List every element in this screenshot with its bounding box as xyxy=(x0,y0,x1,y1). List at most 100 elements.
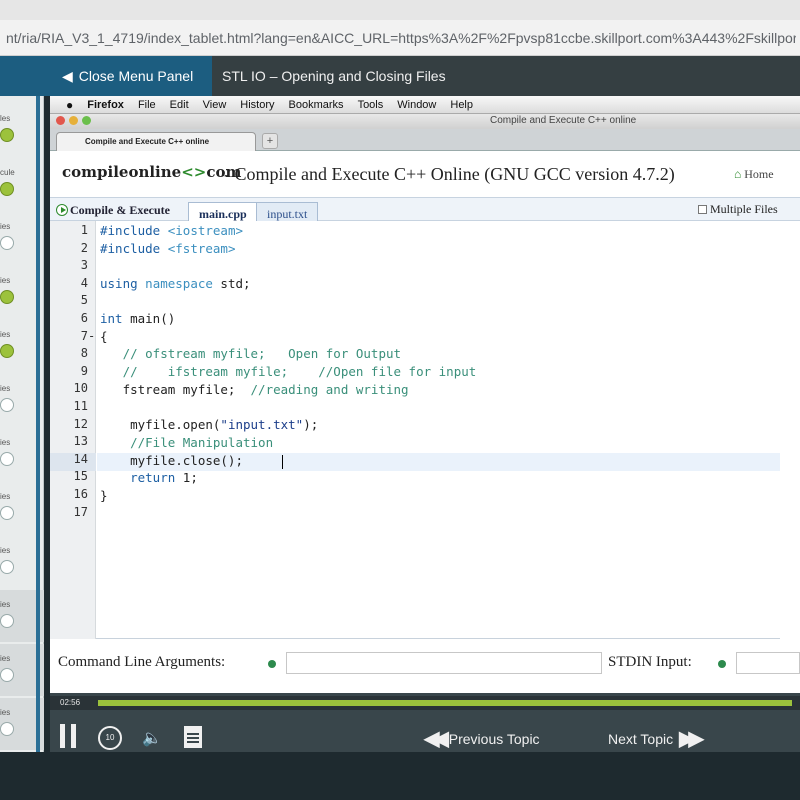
close-menu-panel-label: Close Menu Panel xyxy=(78,68,194,84)
menu-item-window: Window xyxy=(397,98,437,111)
incomplete-dot-icon xyxy=(0,452,14,466)
code-line: #include <iostream> xyxy=(100,223,244,238)
chevron-left-icon: ◀ xyxy=(62,67,73,84)
close-menu-panel-button[interactable]: ◀ Close Menu Panel xyxy=(0,56,212,96)
logo-text-left: compileonline xyxy=(62,163,182,181)
line-number: 7 xyxy=(80,328,88,343)
line-number: 2 xyxy=(80,240,88,255)
zoom-window-icon xyxy=(82,116,91,125)
next-topic-button[interactable]: Next Topic ▶▶ xyxy=(608,726,704,751)
browser-tab: Compile and Execute C++ online xyxy=(56,132,256,151)
menu-panel-item-label: ies xyxy=(0,222,11,231)
page-bottom xyxy=(0,752,800,800)
line-number: 1 xyxy=(80,223,88,237)
site-title: - Compile and Execute C++ Online (GNU GC… xyxy=(224,164,675,184)
menu-panel-item-label: ies xyxy=(0,330,11,339)
code-editor: 1 2 3 4 5 6 7 8 9 10 11 12 13 14 15 16 17- #include <ios… xyxy=(50,221,780,639)
menu-item-view: View xyxy=(202,98,227,111)
line-number: 15 xyxy=(73,469,88,484)
elapsed-time: 02:56 xyxy=(60,698,81,707)
incomplete-dot-icon xyxy=(0,398,14,412)
menu-panel-item-label: les xyxy=(0,114,11,123)
new-tab-icon: + xyxy=(262,133,278,149)
command-line-args-label: Command Line Arguments: xyxy=(58,654,226,670)
menu-panel-item-label: ies xyxy=(0,546,11,555)
double-chevron-right-icon: ▶▶ xyxy=(679,728,704,750)
menu-item-file: File xyxy=(137,98,156,111)
pause-icon xyxy=(60,724,65,748)
tab-input-txt: input.txt xyxy=(256,202,319,222)
completed-dot-icon xyxy=(0,344,14,358)
home-link: ⌂ Home xyxy=(734,167,774,182)
incomplete-dot-icon xyxy=(0,668,14,682)
line-number: 11 xyxy=(73,399,88,413)
menu-panel-item-label: ies xyxy=(0,384,11,393)
code-line: } xyxy=(100,488,108,503)
code-line: int main() xyxy=(100,311,176,326)
menu-panel-edge xyxy=(36,96,40,752)
menu-item-edit: Edit xyxy=(169,98,189,111)
double-chevron-left-icon: ◀◀ xyxy=(424,728,449,750)
status-dot-icon xyxy=(268,660,276,668)
previous-topic-label: Previous Topic xyxy=(448,730,540,747)
status-dot-icon xyxy=(718,660,726,668)
menu-app-name: Firefox xyxy=(87,98,124,111)
pause-icon xyxy=(71,724,76,748)
editor-tab-strip: Compile & Execute main.cpp input.txt Mul… xyxy=(50,197,800,222)
line-number: 4 xyxy=(80,275,88,290)
line-number: 5 xyxy=(80,293,88,308)
menu-panel-item-label: ies xyxy=(0,654,11,663)
replay-10-button[interactable]: 10 xyxy=(98,726,122,750)
code-line: // ofstream myfile; Open for Output xyxy=(100,346,402,361)
home-label: Home xyxy=(744,167,774,181)
menu-item-history: History xyxy=(240,98,275,111)
menu-item-tools: Tools xyxy=(357,98,384,111)
volume-icon[interactable]: 🔈 xyxy=(142,728,162,748)
close-window-icon xyxy=(56,116,65,125)
menu-panel-item-label: cule xyxy=(0,168,15,177)
progress-fill xyxy=(98,700,792,706)
compile-execute-button: Compile & Execute xyxy=(54,201,170,219)
line-number: 12 xyxy=(73,416,88,431)
line-number: 16 xyxy=(73,487,88,501)
completed-dot-icon xyxy=(0,290,14,304)
window-title: Compile and Execute C++ online xyxy=(490,115,637,126)
line-number: 17 xyxy=(73,504,88,519)
url-text[interactable]: nt/ria/RIA_V3_1_4719/index_tablet.html?l… xyxy=(6,30,796,46)
apple-icon: ● xyxy=(66,97,74,112)
compile-execute-label: Compile & Execute xyxy=(70,202,170,217)
line-number: 3 xyxy=(80,258,88,273)
checkbox-icon xyxy=(698,205,707,214)
browser-tab-bar: Compile and Execute C++ online + xyxy=(50,129,800,151)
menu-item-bookmarks: Bookmarks xyxy=(288,98,344,111)
menu-panel-item-label: ies xyxy=(0,438,11,447)
tab-main-cpp: main.cpp xyxy=(188,202,258,222)
site-header: compileonline<>com - Compile and Execute… xyxy=(50,151,800,197)
incomplete-dot-icon xyxy=(0,614,14,628)
menu-panel-item-label: ies xyxy=(0,708,11,717)
menu-panel-item-label: ies xyxy=(0,276,11,285)
pause-button[interactable] xyxy=(58,724,80,750)
arguments-row: Command Line Arguments: STDIN Input: xyxy=(50,642,800,693)
incomplete-dot-icon xyxy=(0,560,14,574)
minimize-window-icon xyxy=(69,116,78,125)
logo-brackets: <> xyxy=(181,163,207,181)
address-bar[interactable]: nt/ria/RIA_V3_1_4719/index_tablet.html?l… xyxy=(0,20,800,56)
line-number: 10 xyxy=(73,381,88,396)
line-number: 6 xyxy=(80,311,88,325)
menu-panel-item-label: ies xyxy=(0,492,11,501)
transcript-icon[interactable] xyxy=(184,726,202,748)
stdin-input-label: STDIN Input: xyxy=(608,654,692,670)
completed-dot-icon xyxy=(0,128,14,142)
progress-bar[interactable] xyxy=(50,696,800,710)
home-icon: ⌂ xyxy=(734,167,742,181)
incomplete-dot-icon xyxy=(0,722,14,736)
lesson-title: STL IO – Opening and Closing Files xyxy=(222,68,446,84)
multiple-files-checkbox: Multiple Files xyxy=(698,202,778,217)
previous-topic-button[interactable]: ◀◀ Previous Topic xyxy=(424,726,540,751)
code-line: // ifstream myfile; //Open file for inpu… xyxy=(100,364,477,379)
code-line: myfile.open("input.txt"); xyxy=(100,417,319,432)
code-line: myfile.close(); xyxy=(100,453,243,468)
window-controls xyxy=(56,116,91,125)
code-line: #include <fstream> xyxy=(100,241,236,256)
